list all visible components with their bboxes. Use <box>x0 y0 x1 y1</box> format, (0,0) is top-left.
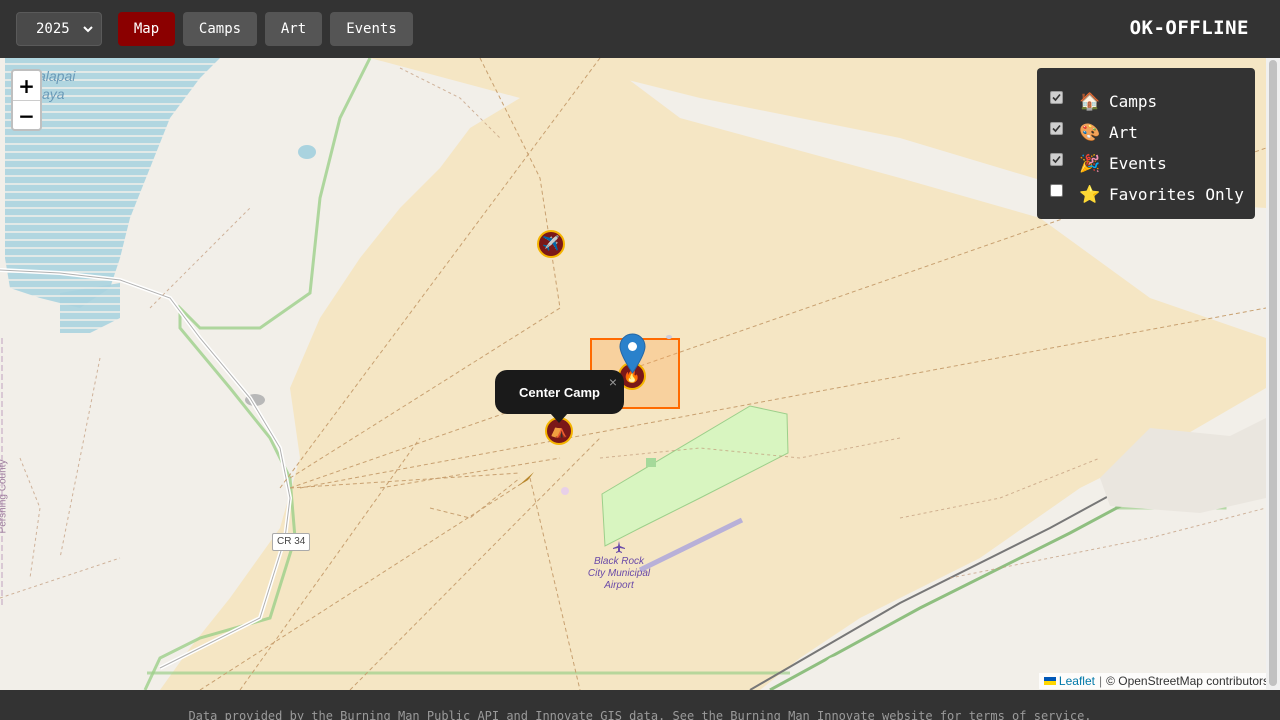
art-label: Art <box>1109 123 1138 142</box>
popup-close-icon[interactable]: × <box>609 374 617 390</box>
center-camp-popup: Center Camp × <box>495 370 624 423</box>
art-checkbox[interactable] <box>1050 122 1063 135</box>
layer-filter-panel: 🏠 Camps 🎨 Art 🎉 Events ⭐ Favorites Only <box>1037 68 1255 219</box>
chevron-down-icon <box>83 26 93 33</box>
scrollbar-thumb[interactable] <box>1269 60 1277 686</box>
zoom-in-button[interactable]: + <box>13 71 40 101</box>
ukraine-flag-icon <box>1043 677 1056 685</box>
favorites-checkbox[interactable] <box>1050 184 1063 197</box>
location-pin-icon[interactable] <box>619 333 646 375</box>
layer-favorites[interactable]: ⭐ Favorites Only <box>1037 179 1255 210</box>
airport-label-line1: Black Rock <box>593 556 644 567</box>
page-scrollbar[interactable] <box>1266 58 1280 690</box>
airport-label: Black Rock City Municipal Airport <box>586 556 652 592</box>
nav-map-button[interactable]: Map <box>118 12 175 46</box>
road-shield: CR 34 <box>272 533 311 551</box>
leaflet-link[interactable]: Leaflet <box>1059 674 1095 688</box>
house-icon: 🏠 <box>1079 91 1101 112</box>
events-checkbox[interactable] <box>1050 153 1063 166</box>
osm-link[interactable]: © OpenStreetMap contributors <box>1106 674 1269 688</box>
palette-icon: 🎨 <box>1079 122 1101 143</box>
layer-events[interactable]: 🎉 Events <box>1037 148 1255 179</box>
favorites-label: Favorites Only <box>1109 185 1244 204</box>
nav-art-button[interactable]: Art <box>265 12 322 46</box>
star-icon: ⭐ <box>1079 184 1101 205</box>
playa-label-line2: aya <box>42 86 65 102</box>
camps-label: Camps <box>1109 92 1158 111</box>
county-label: Pershing County <box>0 459 9 534</box>
airport-label-line3: Airport <box>604 580 634 591</box>
year-select[interactable]: 2025 <box>16 12 102 46</box>
popup-title: Center Camp <box>519 384 600 400</box>
nav-camps-button[interactable]: Camps <box>183 12 257 46</box>
party-popper-icon: 🎉 <box>1079 153 1101 174</box>
airport-icon <box>613 541 625 553</box>
brand-title: OK-OFFLINE <box>1129 17 1249 39</box>
camps-checkbox[interactable] <box>1050 91 1063 104</box>
tent-icon: ⛺ <box>550 423 568 439</box>
footer-text: Data provided by the Burning Man Public … <box>188 709 1092 720</box>
footer: Data provided by the Burning Man Public … <box>0 690 1280 720</box>
map-attribution: Leaflet | © OpenStreetMap contributors <box>1038 673 1274 689</box>
plane-marker[interactable]: ✈️ <box>537 230 565 258</box>
layer-art[interactable]: 🎨 Art <box>1037 117 1255 148</box>
events-label: Events <box>1109 154 1167 173</box>
nav-events-button[interactable]: Events <box>330 12 413 46</box>
airport-label-line2: City Municipal <box>587 568 651 579</box>
year-select-value: 2025 <box>36 21 70 37</box>
zoom-control: + − <box>11 69 42 131</box>
plane-icon: ✈️ <box>542 236 560 252</box>
layer-camps[interactable]: 🏠 Camps <box>1037 86 1255 117</box>
attribution-separator: | <box>1098 674 1103 688</box>
zoom-out-button[interactable]: − <box>13 101 40 130</box>
popup-tip <box>550 413 568 423</box>
playa-label-line1: alapai <box>38 68 76 84</box>
top-bar: 2025 Map Camps Art Events OK-OFFLINE <box>0 0 1280 58</box>
